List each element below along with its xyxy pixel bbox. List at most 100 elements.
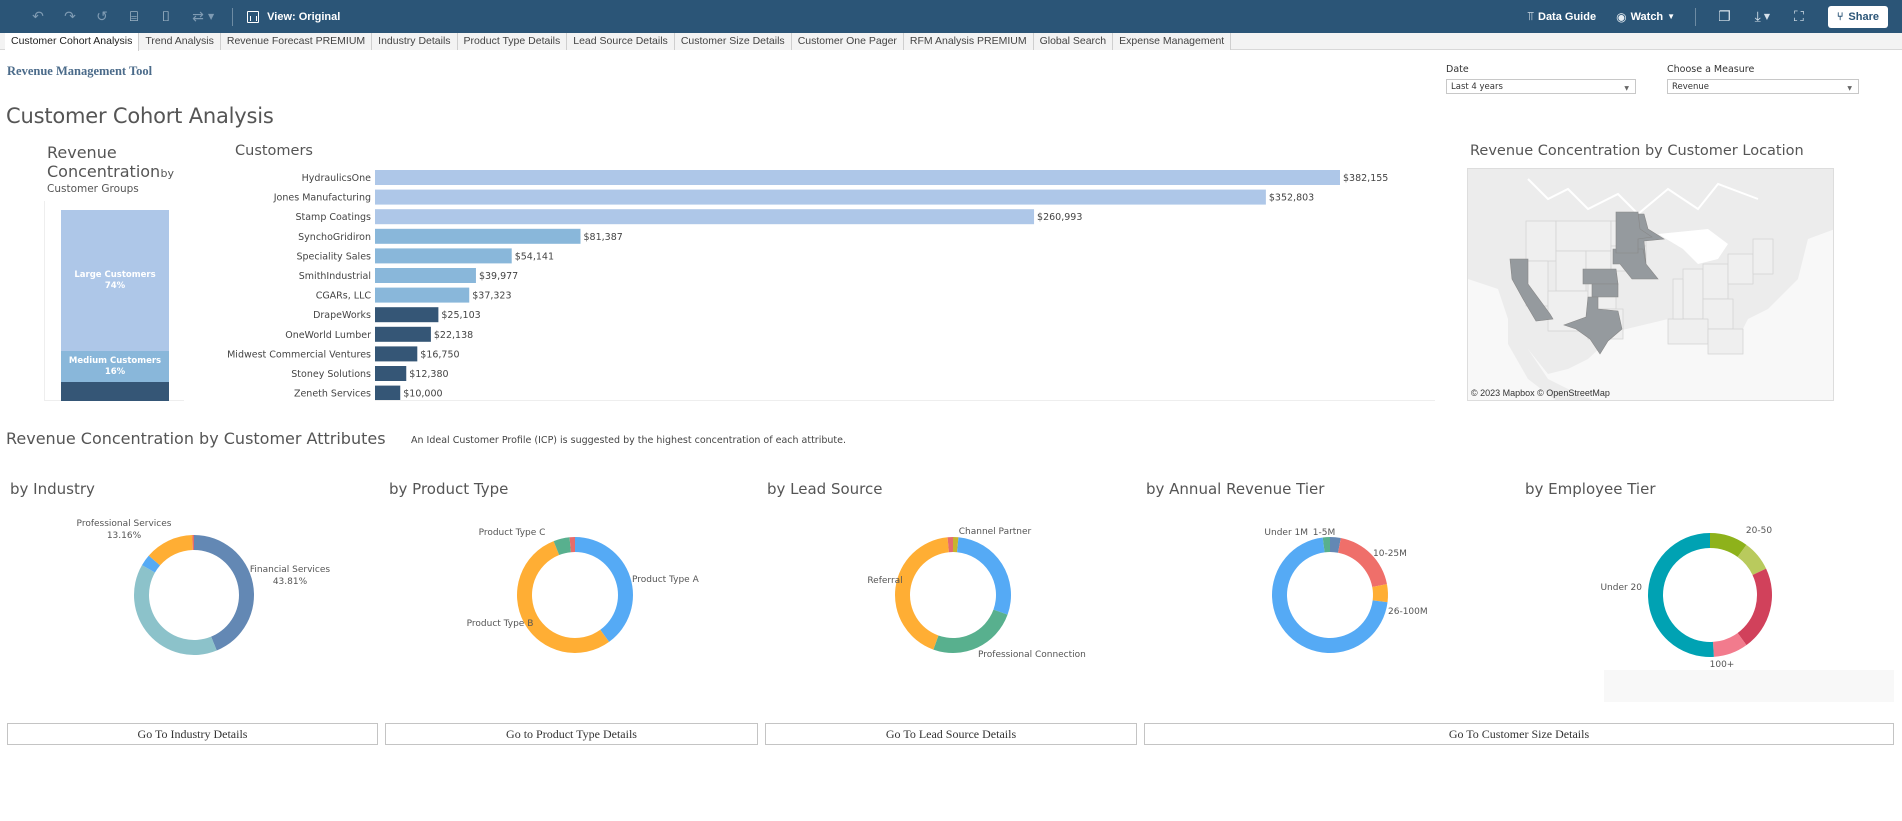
bar[interactable] [375,307,439,323]
go-to-customer-size-details-button[interactable]: Go To Customer Size Details [1144,723,1894,745]
tab-global-search[interactable]: Global Search [1033,33,1114,50]
donut-slice-referral[interactable] [895,537,949,650]
measure-filter: Choose a Measure Revenue ▼ [1667,64,1859,94]
map-credit[interactable]: © 2023 Mapbox © OpenStreetMap [1471,388,1610,398]
segment-label: Medium Customers 16% [69,356,161,378]
tab-expense-management[interactable]: Expense Management [1113,33,1232,50]
state-kansas[interactable] [1591,283,1619,298]
donut-slice-financial-services[interactable] [194,535,254,651]
chevron-down-icon: ▼ [1667,12,1676,21]
fullscreen-icon[interactable]: ⛶ [1794,9,1804,25]
toolbar-divider [1695,7,1697,26]
donut-slice-professional-connection[interactable] [933,609,1008,653]
bar[interactable] [375,268,476,283]
bar[interactable] [375,189,1266,205]
donut-label: Financial Services [250,565,331,575]
revenue-tier-donut-title: by Annual Revenue Tier [1146,480,1325,498]
bar-category-label: Stoney Solutions [291,369,371,380]
tab-product-type-details[interactable]: Product Type Details [457,33,568,50]
measure-select[interactable]: Revenue ▼ [1667,79,1859,94]
lead-source-donut-title: by Lead Source [767,480,883,498]
chevron-down-icon: ▼ [1624,85,1629,92]
segment-medium-customers[interactable]: Medium Customers 16% [61,351,169,382]
watch-button[interactable]: ◉ Watch ▼ [1616,10,1675,24]
donut-slice-other[interactable] [134,565,217,655]
tab-customer-size-details[interactable]: Customer Size Details [674,33,792,50]
go-to-industry-details-button[interactable]: Go To Industry Details [7,723,378,745]
comments-icon[interactable]: ❐ [1718,9,1731,25]
bar-category-label: OneWorld Lumber [285,330,371,341]
donut-slice-under-20[interactable] [1648,533,1714,657]
donut-label: 26-100M [1388,607,1428,617]
donut-slice-26-100m[interactable] [1372,584,1388,603]
refresh-data-icon[interactable]: ⌸ [118,0,150,33]
bar[interactable] [375,366,407,381]
donut-label: Professional Services [77,519,172,529]
bar[interactable] [375,228,581,244]
tab-lead-source-details[interactable]: Lead Source Details [567,33,675,50]
bar-value-label: $54,141 [515,251,554,262]
download-icon[interactable]: ⤓ ▼ [1755,9,1770,25]
bar[interactable] [375,346,418,362]
tab-customer-cohort-analysis[interactable]: Customer Cohort Analysis [5,33,140,51]
bar-category-label: HydraulicsOne [302,173,371,184]
donut-label: Product Type A [632,575,700,585]
replay-dropdown-icon[interactable]: ▼ [208,12,214,21]
tab-customer-one-pager[interactable]: Customer One Pager [791,33,904,50]
bar-category-label: Midwest Commercial Ventures [227,349,371,360]
donut-label: 100+ [1710,660,1735,670]
signpost-icon: ⫪ [1527,9,1534,23]
donut-slice-product-type-b[interactable] [517,541,610,653]
bar-category-label: CGARs, LLC [316,291,372,302]
segment-large-customers[interactable]: Large Customers 74% [61,210,169,352]
bar-value-label: $25,103 [441,310,480,321]
bar[interactable] [375,209,1035,225]
go-to-lead-source-details-button[interactable]: Go To Lead Source Details [765,723,1137,745]
tab-industry-details[interactable]: Industry Details [372,33,458,50]
revenue-tier-donut-chart: 1-5M 10-25M 26-100M Under 1M [1264,528,1428,653]
donut-percent-label: 13.16% [107,531,142,541]
pause-updates-icon[interactable]: ⌷ [150,0,182,33]
revert-icon[interactable]: ↺ [86,0,118,33]
bar-category-label: Stamp Coatings [295,212,371,223]
tab-revenue-forecast-premium[interactable]: Revenue Forecast PREMIUM [220,33,373,50]
customer-location-map[interactable]: © 2023 Mapbox © OpenStreetMap [1467,168,1834,401]
bar[interactable] [375,170,1340,185]
view-label: View: Original [267,10,341,23]
data-guide-button[interactable]: ⫪ Data Guide [1527,9,1596,24]
bar[interactable] [375,326,431,342]
view-icon [247,10,260,23]
donut-slice-product-type-a[interactable] [575,537,633,642]
bar-category-label: Zeneth Services [294,389,371,400]
eye-icon: ◉ [1616,9,1627,24]
bar-category-label: Jones Manufacturing [273,193,371,204]
map-title: Revenue Concentration by Customer Locati… [1470,143,1804,159]
bar[interactable] [375,385,401,401]
bar[interactable] [375,287,470,303]
donut-slice-professional-services[interactable] [148,535,193,566]
customers-chart-baseline [375,400,1435,401]
customers-chart-title: Customers [235,143,313,159]
segment-small-customers[interactable] [61,381,169,401]
bar-value-label: $22,138 [434,330,473,341]
redo-icon[interactable]: ↷ [54,0,86,33]
view-original-button[interactable]: View: Original [247,10,341,23]
share-button[interactable]: ⑂ Share [1827,5,1888,28]
bar-value-label: $10,000 [403,389,442,400]
undo-icon[interactable]: ↶ [22,0,54,33]
donut-label: 10-25M [1373,549,1407,559]
tab-rfm-analysis-premium[interactable]: RFM Analysis PREMIUM [903,33,1034,50]
state-nebraska[interactable] [1582,268,1619,285]
donut-slice-other[interactable] [957,537,1011,615]
bar[interactable] [375,248,512,264]
go-to-product-type-details-button[interactable]: Go to Product Type Details [385,723,758,745]
customer-groups-subtitle: Customer Groups [47,183,139,195]
data-guide-label: Data Guide [1538,10,1597,23]
date-select[interactable]: Last 4 years ▼ [1446,79,1636,94]
customers-bar-chart: HydraulicsOne $382,155 Jones Manufacturing… [227,170,1388,401]
donut-slice-other-2[interactable] [1737,568,1772,646]
tab-trend-analysis[interactable]: Trend Analysis [139,33,221,50]
donut-slice-10-25m[interactable] [1338,538,1387,587]
segment-label: Large Customers 74% [74,270,155,292]
segment-name: Medium Customers [68,355,162,366]
